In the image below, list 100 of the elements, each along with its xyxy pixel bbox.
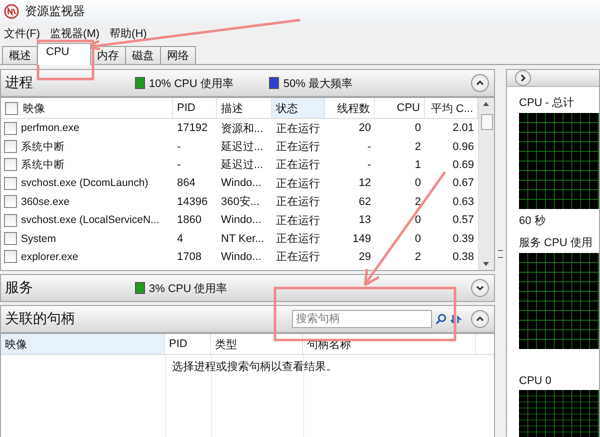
refresh-icon[interactable]: [450, 313, 462, 325]
table-cell-text: 正在运行: [276, 232, 320, 246]
table-cell: 14396: [177, 196, 208, 208]
table-cell-text: 延迟过...: [221, 158, 264, 172]
column-header[interactable]: 映像: [1, 334, 165, 354]
table-cell-text: 正在运行: [276, 195, 320, 210]
tab[interactable]: CPU: [37, 43, 91, 65]
checkbox[interactable]: [4, 122, 17, 135]
graph-title: CPU 0: [519, 375, 552, 387]
checkbox[interactable]: [4, 140, 17, 154]
table-cell: perfmon.exe: [21, 122, 80, 134]
menu-item[interactable]: 监视器(M): [50, 26, 100, 40]
table-cell: 0.38: [452, 250, 474, 263]
column-header[interactable]: 类型: [211, 334, 303, 354]
menu-item[interactable]: 帮助(H): [110, 26, 147, 40]
scrollbar-thumb[interactable]: [481, 114, 493, 130]
table-cell: 0.67: [452, 177, 474, 190]
collapse-button[interactable]: [471, 310, 489, 328]
checkbox[interactable]: [4, 250, 17, 264]
column-header[interactable]: 线程数: [325, 98, 375, 118]
checkbox[interactable]: [4, 232, 17, 246]
table-cell: 0: [414, 177, 421, 190]
table-cell: 0: [414, 214, 421, 226]
table-cell: 360se.exe: [21, 196, 70, 208]
table-cell: 29: [358, 250, 371, 263]
table-cell-text: 360安...: [221, 194, 260, 210]
checkbox[interactable]: [4, 214, 17, 227]
search-field[interactable]: 搜索句柄: [292, 310, 432, 328]
table-cell: 2.01: [452, 122, 474, 134]
meter-label: 50% 最大频率: [283, 76, 352, 90]
table-cell: svchost.exe (LocalServiceN...: [21, 214, 160, 226]
checkbox[interactable]: [4, 158, 17, 172]
table-cell: 149: [352, 232, 371, 245]
column-header[interactable]: CPU: [375, 98, 425, 118]
table-cell-text: 正在运行: [276, 176, 320, 191]
table-cell: explorer.exe: [21, 250, 78, 263]
table-cell: svchost.exe (DcomLaunch): [21, 177, 148, 190]
scrollbar[interactable]: [478, 98, 494, 270]
table-cell: Windo...: [221, 177, 262, 190]
table-cell: 系统中断: [21, 158, 65, 172]
collapse-button[interactable]: [471, 74, 489, 92]
menu-item[interactable]: 文件(F): [4, 26, 40, 40]
table-cell: 0: [414, 122, 421, 134]
checkbox[interactable]: [5, 102, 18, 114]
table-cell: 0: [414, 232, 421, 245]
expand-button[interactable]: [471, 279, 489, 297]
tab[interactable]: 网络: [160, 46, 196, 64]
table-cell: 4: [177, 232, 184, 245]
chevron-icon: [518, 73, 528, 83]
table-cell: 2: [414, 196, 421, 208]
meter-label: 3% CPU 使用率: [149, 282, 228, 296]
section-header[interactable]: 关联的句柄 搜索句柄: [0, 305, 495, 333]
table-cell: NT Ker...: [221, 232, 264, 245]
annotation-box: [36, 40, 94, 80]
window-title: 资源监视器: [25, 2, 85, 20]
column-header[interactable]: PID: [165, 334, 211, 354]
column-label: 平均 C...: [430, 102, 473, 116]
section-title: 服务: [5, 279, 34, 297]
tab[interactable]: 概述: [2, 46, 38, 64]
table-cell: 20: [358, 122, 371, 134]
column-label: 描述: [221, 102, 243, 116]
column-label: 状态: [276, 102, 298, 116]
graph-caption: 60 秒: [519, 214, 546, 228]
graph-title: 服务 CPU 使用: [519, 236, 594, 250]
checkbox[interactable]: [4, 176, 17, 190]
table-cell: 2: [414, 140, 421, 153]
checkbox[interactable]: [4, 195, 17, 208]
section-header[interactable]: 进程 10% CPU 使用率 50% 最大频率: [0, 69, 495, 97]
column-header[interactable]: 映像: [1, 98, 173, 118]
table-cell-text: 资源和...: [221, 122, 264, 136]
table-cell: 12: [358, 177, 371, 190]
table-cell: 1: [414, 158, 421, 171]
expand-button[interactable]: [515, 70, 531, 86]
table-cell: 0.57: [452, 214, 474, 226]
section-title: 进程: [5, 74, 34, 92]
table-cell: Windo...: [221, 214, 262, 226]
column-label: 线程数: [337, 102, 370, 116]
table-cell: -: [367, 158, 371, 171]
table-cell-text: 正在运行: [276, 122, 320, 136]
table-cell: -: [177, 158, 181, 171]
tab[interactable]: 磁盘: [125, 46, 161, 64]
empty-message: 选择进程或搜索句柄以查看结果。: [172, 360, 337, 374]
table-cell: -: [367, 140, 371, 153]
column-header[interactable]: 状态: [272, 98, 325, 118]
scroll-up-icon[interactable]: [482, 101, 490, 107]
table-cell-text: 延迟过...: [221, 140, 264, 154]
meter-label: 10% CPU 使用率: [149, 76, 234, 90]
scroll-down-icon[interactable]: [482, 261, 490, 267]
table-cell: 1708: [177, 250, 202, 263]
column-label: PID: [177, 102, 196, 114]
column-label: CPU: [396, 102, 420, 114]
column-header[interactable]: PID: [173, 98, 217, 118]
table-cell: System: [21, 232, 56, 245]
section-header[interactable]: 服务 3% CPU 使用率: [0, 274, 495, 302]
table-cell: 17192: [177, 122, 208, 134]
table-cell-text: 正在运行: [276, 250, 320, 264]
column-label: 映像: [23, 102, 45, 116]
table-cell: 0.96: [452, 140, 474, 153]
section-title: 关联的句柄: [5, 310, 76, 328]
search-icon[interactable]: [435, 313, 447, 325]
